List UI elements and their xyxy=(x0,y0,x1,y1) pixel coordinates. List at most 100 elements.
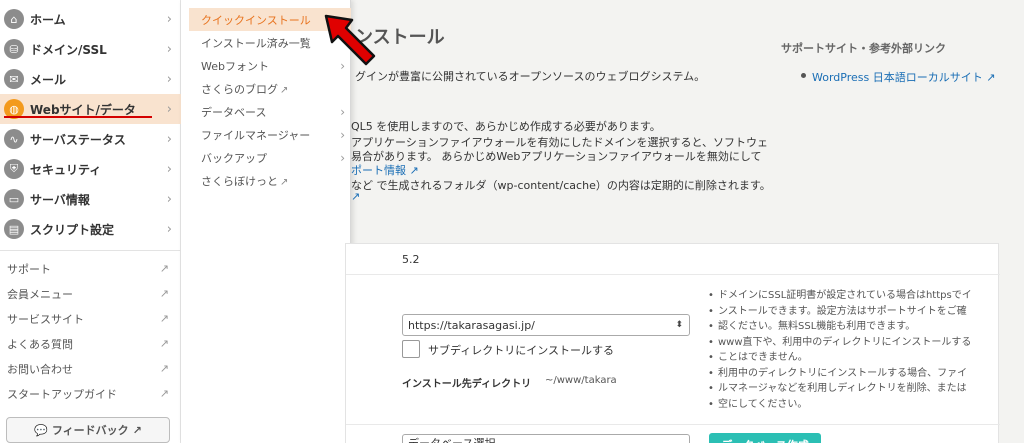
link-label: サポート xyxy=(7,262,51,276)
submenu-item-backup[interactable]: バックアップ › xyxy=(181,146,351,169)
requirement-line: QL5 を使用しますので、あらかじめ作成する必要があります。 xyxy=(351,120,661,133)
feedback-label: フィードバック xyxy=(51,424,129,437)
link-faq[interactable]: よくある質問 ↗ xyxy=(0,331,181,356)
install-url-value: https://takarasagasi.jp/ xyxy=(408,318,535,332)
sidebar-divider xyxy=(0,250,181,251)
feedback-button[interactable]: 💬 フィードバック ↗ xyxy=(6,417,170,443)
subdirectory-checkbox[interactable] xyxy=(402,340,420,358)
external-link-icon: ↗ xyxy=(159,362,169,375)
submenu-item-quick-install[interactable]: クイックインストール › xyxy=(189,8,351,31)
chevron-right-icon: › xyxy=(166,71,172,87)
note-item-cont: ルマネージャなどを利用しディレクトリを削除、または xyxy=(708,381,996,397)
nav-item-domain-ssl[interactable]: ⛁ ドメイン/SSL › xyxy=(0,34,181,64)
sidebar: ⌂ ホーム › ⛁ ドメイン/SSL › ✉ メール › ◍ Webサイト/デー… xyxy=(0,0,181,443)
home-icon: ⌂ xyxy=(4,9,24,29)
support-info-link[interactable]: ポート情報 ↗ xyxy=(351,162,419,178)
chat-icon: 💬 xyxy=(34,423,48,437)
submenu-item-file-manager[interactable]: ファイルマネージャー › xyxy=(181,123,351,146)
link-label: サービスサイト xyxy=(7,312,84,326)
submenu-item-label: ファイルマネージャー xyxy=(201,128,311,142)
submenu-item-installed-list[interactable]: インストール済み一覧 xyxy=(181,31,351,54)
external-link-icon: ↗ xyxy=(132,423,142,437)
nav-item-mail[interactable]: ✉ メール › xyxy=(0,64,181,94)
note-item-cont: ことはできません。 xyxy=(708,350,996,366)
bullet xyxy=(801,73,806,78)
nav-item-label: サーバ情報 xyxy=(30,192,90,207)
link-label: スタートアップガイド xyxy=(7,387,117,401)
row-divider xyxy=(346,274,1000,275)
submenu-item-label: さくらぼけっと ↗ xyxy=(201,174,289,188)
submenu-website-data: クイックインストール › インストール済み一覧 Webフォント › さくらのブロ… xyxy=(181,0,351,443)
link-label: 会員メニュー xyxy=(7,287,73,301)
link-service-site[interactable]: サービスサイト ↗ xyxy=(0,306,181,331)
nav-item-label: メール xyxy=(30,72,67,87)
nav-item-script-settings[interactable]: ▤ スクリプト設定 › xyxy=(0,214,181,244)
note-item: ドメインにSSL証明書が設定されている場合はhttpsでイ xyxy=(708,288,996,304)
support-links-heading: サポートサイト・参考外部リンク xyxy=(781,42,946,55)
submenu-item-database[interactable]: データベース › xyxy=(181,100,351,123)
chevron-right-icon: › xyxy=(340,58,345,73)
install-directory-label: インストール先ディレクトリ xyxy=(402,379,532,390)
submenu-item-label: インストール済み一覧 xyxy=(201,36,311,50)
chevron-right-icon: › xyxy=(166,11,172,27)
link-label: お問い合わせ xyxy=(7,362,73,376)
chevron-right-icon: › xyxy=(166,161,172,177)
nav-item-security[interactable]: ⛨ セキュリティ › xyxy=(0,154,181,184)
create-database-button[interactable]: データベース作成 xyxy=(709,433,821,443)
chart-icon: ∿ xyxy=(4,129,24,149)
nav-item-label: サーバステータス xyxy=(30,132,126,147)
link-label: よくある質問 xyxy=(7,337,73,351)
submenu-item-sakura-blog[interactable]: さくらのブログ ↗ xyxy=(181,77,351,100)
external-link-icon: ↗ xyxy=(280,176,289,188)
requirement-line: など で生成されるフォルダ（wp-content/cache）の内容は定期的に削… xyxy=(351,179,771,192)
external-link-icon: ↗ xyxy=(982,71,996,84)
install-notes: ドメインにSSL証明書が設定されている場合はhttpsでイ ンストールできます。… xyxy=(708,288,996,412)
install-url-select[interactable]: https://takarasagasi.jp/ ⬍ xyxy=(402,314,690,336)
note-item-cont: 認ください。無料SSL機能も利用できます。 xyxy=(708,319,996,335)
subdirectory-label: サブディレクトリにインストールする xyxy=(428,344,615,357)
note-item: www直下や、利用中のディレクトリにインストールする xyxy=(708,335,996,351)
nav-item-label: ドメイン/SSL xyxy=(30,42,107,57)
note-item-cont: 空にしてください。 xyxy=(708,397,996,413)
app-description: グインが豊富に公開されているオープンソースのウェブログシステム。 xyxy=(355,70,706,83)
external-link-icon: ↗ xyxy=(406,164,419,177)
chevron-right-icon: › xyxy=(166,221,172,237)
link-support[interactable]: サポート ↗ xyxy=(0,256,181,281)
nav-item-label: ホーム xyxy=(30,12,66,27)
chevron-right-icon: › xyxy=(340,12,345,27)
external-link-icon: ↗ xyxy=(159,262,169,275)
main-content: ンストール グインが豊富に公開されているオープンソースのウェブログシステム。 Q… xyxy=(345,0,1024,443)
mail-icon: ✉ xyxy=(4,69,24,89)
external-link-icon[interactable]: ↗ xyxy=(351,190,360,203)
link-member-menu[interactable]: 会員メニュー ↗ xyxy=(0,281,181,306)
chevron-right-icon: › xyxy=(340,150,345,165)
note-item-cont: ンストールできます。設定方法はサポートサイトをご確 xyxy=(708,304,996,320)
link-contact[interactable]: お問い合わせ ↗ xyxy=(0,356,181,381)
nav-item-home[interactable]: ⌂ ホーム › xyxy=(0,4,181,34)
nav-item-website-data[interactable]: ◍ Webサイト/データ › xyxy=(0,94,181,124)
submenu-item-label: さくらのブログ ↗ xyxy=(201,82,289,96)
nav-item-server-info[interactable]: ▭ サーバ情報 › xyxy=(0,184,181,214)
shield-icon: ⛨ xyxy=(4,159,24,179)
annotation-underline xyxy=(4,116,152,118)
wordpress-ja-link[interactable]: WordPress 日本語ローカルサイト ↗ xyxy=(812,69,995,85)
chevron-right-icon: › xyxy=(166,191,172,207)
submenu-item-web-font[interactable]: Webフォント › xyxy=(181,54,351,77)
select-arrows-icon: ⬍ xyxy=(675,320,683,330)
server-icon: ▭ xyxy=(4,189,24,209)
link-startup-guide[interactable]: スタートアップガイド ↗ xyxy=(0,381,181,406)
external-link-icon: ↗ xyxy=(159,312,169,325)
note-item: 利用中のディレクトリにインストールする場合、ファイ xyxy=(708,366,996,382)
row-divider xyxy=(346,424,1000,425)
nav-item-server-status[interactable]: ∿ サーバステータス › xyxy=(0,124,181,154)
submenu-item-label: クイックインストール xyxy=(201,13,311,27)
chevron-right-icon: › xyxy=(340,127,345,142)
nav-item-label: スクリプト設定 xyxy=(30,222,115,237)
submenu-item-label: データベース xyxy=(201,105,267,119)
external-link-icon: ↗ xyxy=(159,387,169,400)
database-select[interactable]: データベース選択 xyxy=(402,434,690,443)
external-link-icon: ↗ xyxy=(280,84,289,96)
submenu-item-sakura-pocket[interactable]: さくらぼけっと ↗ xyxy=(181,169,351,192)
chevron-right-icon: › xyxy=(340,104,345,119)
install-form-card: 5.2 https://takarasagasi.jp/ ⬍ サブディレクトリに… xyxy=(345,243,1000,443)
